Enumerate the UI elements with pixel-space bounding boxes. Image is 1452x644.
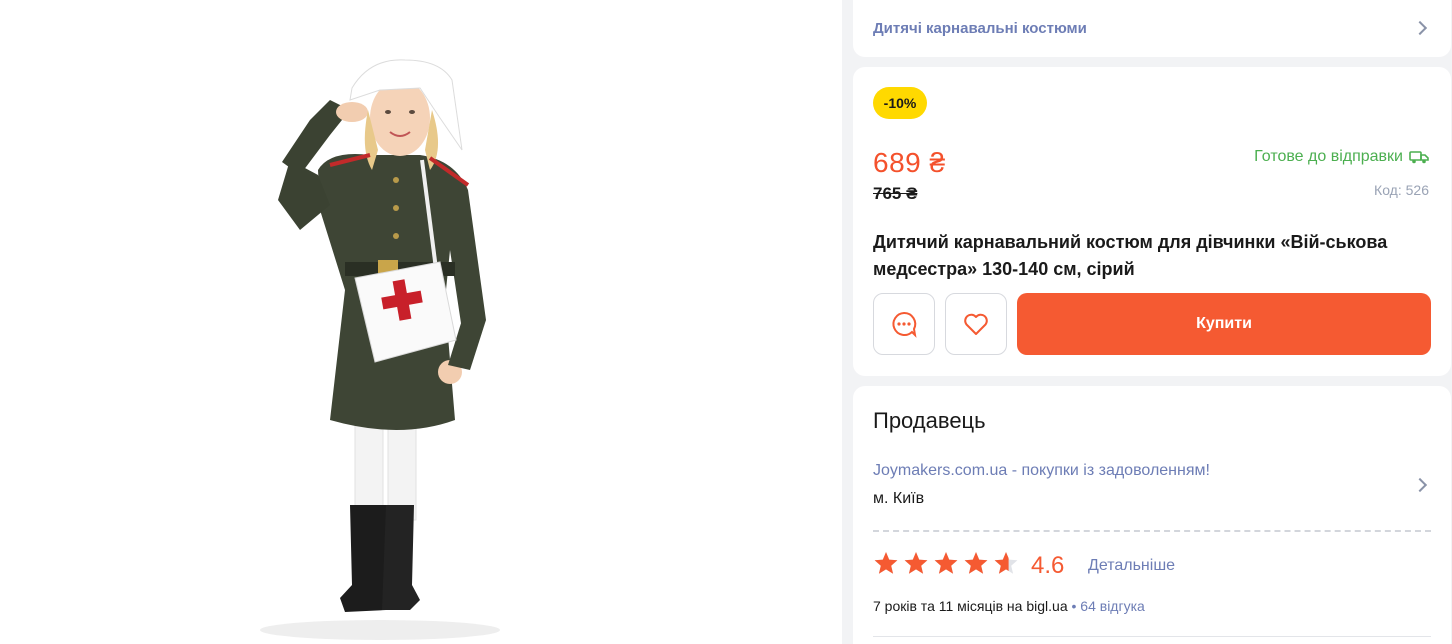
current-price: 689 ₴	[873, 147, 946, 178]
truck-icon	[1409, 151, 1429, 164]
old-price: 765 ₴	[873, 184, 918, 203]
chevron-right-icon[interactable]	[1412, 477, 1428, 493]
divider	[873, 530, 1431, 532]
offer-card: -10% 689 ₴ 765 ₴ Готове до відправки Код…	[853, 67, 1451, 376]
seller-since: 7 років та 11 місяців на bigl.ua	[873, 598, 1068, 614]
product-sidebar: Дитячі карнавальні костюми -10% 689 ₴ 76…	[853, 0, 1452, 644]
seller-tenure: 7 років та 11 місяців на bigl.ua • 64 ві…	[873, 598, 1145, 614]
availability-status: Готове до відправки	[1254, 148, 1429, 166]
favorite-button[interactable]	[945, 293, 1007, 355]
reviews-link[interactable]: • 64 відгука	[1072, 598, 1145, 614]
star-icons	[874, 552, 1018, 574]
seller-heading: Продавець	[873, 408, 986, 433]
chevron-right-icon	[1412, 20, 1428, 36]
rating-stars	[873, 550, 1023, 578]
product-photo	[260, 59, 500, 640]
category-link[interactable]: Дитячі карнавальні костюми	[873, 20, 1087, 37]
seller-city: м. Київ	[873, 490, 925, 507]
seller-card: Продавець Joymakers.com.ua - покупки із …	[853, 386, 1451, 644]
product-gallery[interactable]	[0, 0, 842, 644]
rating-details-link[interactable]: Детальніше	[1088, 557, 1175, 575]
chat-bubble-icon	[892, 311, 917, 338]
chat-button[interactable]	[873, 293, 935, 355]
product-code: Код: 526	[1374, 182, 1429, 198]
category-link-card[interactable]: Дитячі карнавальні костюми	[853, 0, 1451, 57]
buy-button[interactable]: Купити	[1017, 293, 1431, 355]
product-title: Дитячий карнавальний костюм для дівчинки…	[873, 232, 1388, 279]
heart-icon	[964, 313, 988, 335]
seller-name-link[interactable]: Joymakers.com.ua - покупки із задоволенн…	[873, 462, 1210, 480]
availability-label: Готове до відправки	[1254, 148, 1403, 165]
discount-badge: -10%	[873, 87, 927, 119]
divider	[873, 636, 1431, 637]
rating-value: 4.6	[1031, 552, 1065, 579]
